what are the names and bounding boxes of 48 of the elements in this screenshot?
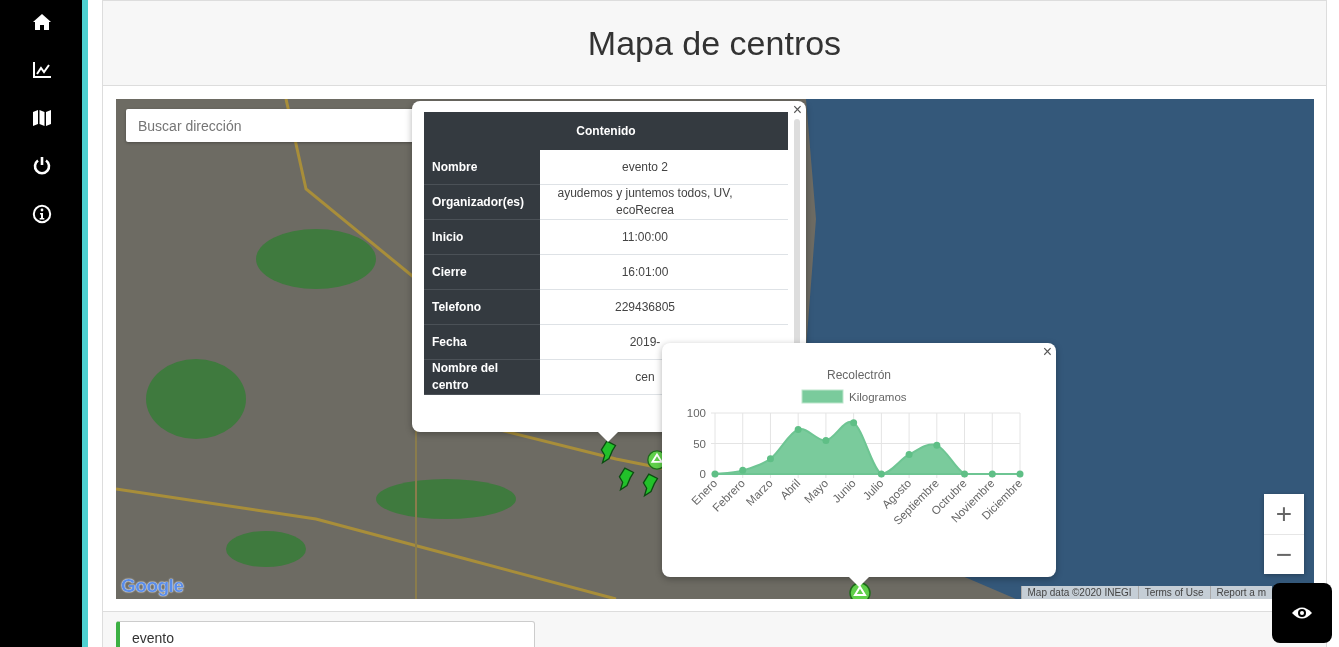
data-point bbox=[822, 436, 830, 444]
data-point bbox=[905, 451, 913, 458]
zoom-out-button[interactable]: − bbox=[1264, 534, 1304, 574]
row-label: Organizador(es) bbox=[424, 184, 540, 220]
attribution-link[interactable]: Map data ©2020 INEGI bbox=[1020, 586, 1138, 599]
page-title: Mapa de centros bbox=[587, 23, 842, 63]
line-chart-icon[interactable] bbox=[32, 60, 52, 80]
y-tick-label: 50 bbox=[693, 437, 706, 450]
y-tick-label: 0 bbox=[699, 468, 706, 480]
map-icon[interactable] bbox=[32, 108, 52, 128]
data-point bbox=[961, 470, 969, 478]
row-label: Telefono bbox=[424, 289, 540, 325]
data-point bbox=[766, 455, 774, 463]
table-header: Contenido bbox=[424, 112, 788, 150]
visibility-button[interactable] bbox=[1272, 583, 1332, 643]
power-icon[interactable] bbox=[32, 156, 52, 176]
home-icon[interactable] bbox=[32, 12, 52, 32]
data-point bbox=[933, 441, 941, 449]
data-point bbox=[877, 470, 885, 478]
legend-label: Kilogramos bbox=[849, 391, 907, 403]
row-label: Fecha bbox=[424, 324, 540, 360]
close-icon[interactable]: × bbox=[792, 101, 802, 119]
row-label: Nombre bbox=[424, 150, 540, 185]
attribution-link[interactable]: Terms of Use bbox=[1137, 586, 1210, 599]
marker-icon[interactable] bbox=[848, 581, 872, 599]
legend-swatch bbox=[801, 389, 844, 404]
eye-icon bbox=[1291, 606, 1313, 620]
close-icon[interactable]: × bbox=[1042, 343, 1052, 361]
data-point bbox=[988, 470, 996, 478]
table-cell: ayudemos y juntemos todos, UV, ecoRecrea bbox=[540, 184, 788, 220]
row-label: Nombre del centro bbox=[424, 359, 540, 395]
table-cell: 11:00:00 bbox=[540, 219, 788, 255]
data-point bbox=[1016, 470, 1024, 478]
data-point bbox=[794, 425, 802, 433]
table-cell: 16:01:00 bbox=[540, 254, 788, 290]
google-logo: Google bbox=[121, 575, 184, 597]
filter-field[interactable]: evento bbox=[116, 621, 535, 647]
zoom-in-button[interactable]: + bbox=[1264, 494, 1304, 534]
info-icon[interactable] bbox=[32, 204, 52, 224]
table-cell: evento 2 bbox=[540, 150, 788, 185]
chart-title: Recolectrón bbox=[827, 368, 891, 382]
data-point bbox=[739, 466, 747, 474]
row-label: Inicio bbox=[424, 219, 540, 255]
table-cell: 229436805 bbox=[540, 289, 788, 325]
y-tick-label: 100 bbox=[686, 407, 706, 419]
data-point bbox=[850, 419, 858, 427]
row-label: Cierre bbox=[424, 254, 540, 290]
data-point bbox=[711, 470, 719, 478]
